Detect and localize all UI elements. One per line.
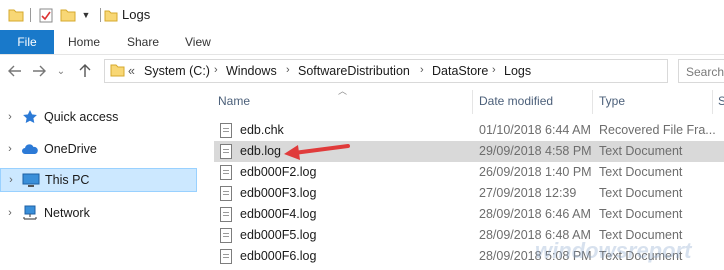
text-document-icon [220, 207, 232, 222]
folder-icon[interactable] [8, 7, 24, 23]
tab-view[interactable]: View [185, 35, 211, 49]
breadcrumb-logs[interactable]: Logs [504, 64, 531, 78]
breadcrumb-chevron-icon[interactable]: › [420, 64, 424, 76]
text-document-icon [220, 144, 232, 159]
sidebar-item-quick-access[interactable]: › Quick access [0, 105, 197, 129]
file-row[interactable]: edb.chk 01/10/2018 6:44 AM Recovered Fil… [214, 120, 724, 141]
column-divider[interactable] [712, 90, 713, 114]
file-type: Text Document [599, 144, 683, 158]
properties-icon[interactable] [38, 7, 54, 23]
tab-share[interactable]: Share [127, 35, 159, 49]
column-header-name[interactable]: Name [218, 94, 250, 108]
breadcrumb-overflow[interactable]: « [128, 64, 135, 78]
file-name: edb.chk [240, 123, 284, 137]
star-icon [20, 109, 40, 125]
ribbon [0, 30, 724, 55]
breadcrumb-chevron-icon[interactable]: › [286, 64, 290, 76]
text-document-icon [220, 228, 232, 243]
breadcrumb-windows[interactable]: Windows [226, 64, 277, 78]
text-document-icon [220, 186, 232, 201]
settings-file-icon [220, 123, 232, 138]
cloud-icon [20, 141, 40, 157]
sidebar-item-label: This PC [45, 173, 90, 187]
new-folder-icon[interactable] [60, 7, 76, 23]
chevron-right-icon[interactable]: › [0, 111, 20, 123]
column-header-size[interactable]: S [718, 94, 724, 108]
computer-icon [21, 172, 41, 188]
up-arrow-icon[interactable] [76, 62, 94, 80]
folder-icon [104, 7, 118, 23]
file-date: 01/10/2018 6:44 AM [479, 123, 591, 137]
file-name: edb000F3.log [240, 186, 317, 200]
file-type: Text Document [599, 207, 683, 221]
breadcrumb-datastore[interactable]: DataStore [432, 64, 488, 78]
column-divider[interactable] [472, 90, 473, 114]
sidebar-item-network[interactable]: › Network [0, 201, 197, 225]
file-date: 29/09/2018 4:58 PM [479, 144, 592, 158]
file-name: edb000F4.log [240, 207, 317, 221]
sidebar-item-this-pc[interactable]: › This PC [0, 168, 197, 192]
sidebar-item-onedrive[interactable]: › OneDrive [0, 137, 197, 161]
file-name: edb000F2.log [240, 165, 317, 179]
file-name: edb000F6.log [240, 249, 317, 263]
breadcrumb-chevron-icon[interactable]: › [492, 64, 496, 76]
chevron-right-icon[interactable]: › [0, 207, 20, 219]
tab-file[interactable]: File [0, 30, 54, 54]
file-date: 26/09/2018 1:40 PM [479, 165, 592, 179]
file-name: edb000F5.log [240, 228, 317, 242]
file-row[interactable]: edb000F3.log 27/09/2018 12:39 Text Docum… [214, 183, 724, 204]
forward-arrow-icon[interactable] [30, 62, 48, 80]
folder-icon [110, 63, 125, 80]
column-divider[interactable] [592, 90, 593, 114]
back-arrow-icon[interactable] [6, 62, 24, 80]
annotation-arrow-icon [284, 144, 350, 160]
file-row[interactable]: edb000F2.log 26/09/2018 1:40 PM Text Doc… [214, 162, 724, 183]
breadcrumb-system-c[interactable]: System (C:) [144, 64, 210, 78]
tab-home[interactable]: Home [68, 35, 100, 49]
breadcrumb-softwaredistribution[interactable]: SoftwareDistribution [298, 64, 410, 78]
window-title: Logs [122, 7, 151, 22]
file-type: Text Document [599, 186, 683, 200]
network-icon [20, 205, 40, 221]
file-type: Text Document [599, 165, 683, 179]
toolbar-separator [100, 8, 101, 22]
file-type: Recovered File Fra... [599, 123, 716, 137]
text-document-icon [220, 165, 232, 180]
chevron-right-icon[interactable]: › [1, 174, 21, 186]
breadcrumb-chevron-icon[interactable]: › [214, 64, 218, 76]
customize-toolbar-chevron-icon[interactable]: ▼ [80, 7, 92, 23]
sidebar-item-label: Network [44, 206, 90, 220]
search-input[interactable]: Search [678, 59, 724, 83]
column-header-type[interactable]: Type [599, 94, 625, 108]
sidebar-item-label: Quick access [44, 110, 119, 124]
sidebar-item-label: OneDrive [44, 142, 97, 156]
recent-locations-chevron-icon[interactable]: ⌄ [52, 62, 70, 80]
chevron-right-icon[interactable]: › [0, 143, 20, 155]
file-date: 27/09/2018 12:39 [479, 186, 577, 200]
file-name: edb.log [240, 144, 282, 158]
sort-ascending-icon: ︿ [338, 86, 348, 96]
file-date: 28/09/2018 6:46 AM [479, 207, 591, 221]
file-row[interactable]: edb000F4.log 28/09/2018 6:46 AM Text Doc… [214, 204, 724, 225]
text-document-icon [220, 249, 232, 264]
watermark-logo: windowsreport [535, 238, 692, 263]
toolbar-separator [30, 8, 31, 22]
column-header-date-modified[interactable]: Date modified [479, 94, 553, 108]
